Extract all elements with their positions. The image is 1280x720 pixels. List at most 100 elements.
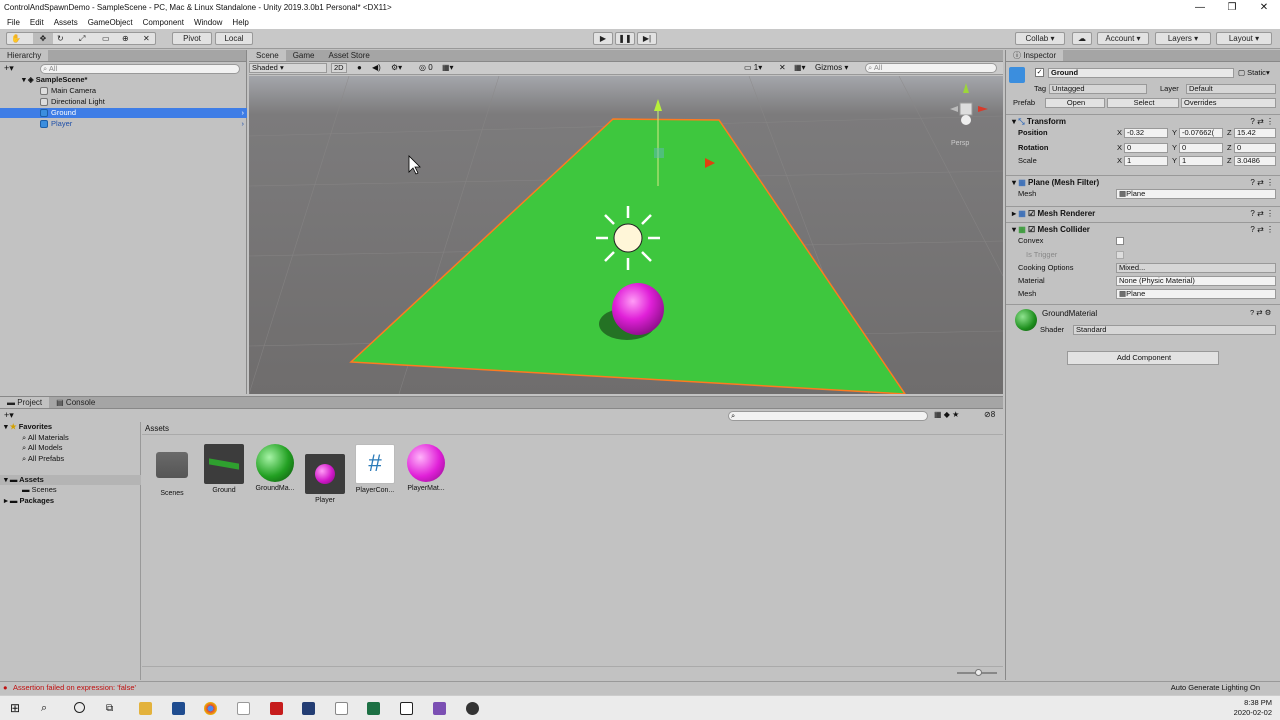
convex-checkbox[interactable] <box>1116 237 1124 245</box>
create-plus-icon[interactable]: +▾ <box>4 410 14 421</box>
favorites-item[interactable]: ▾ ★ Favorites <box>0 422 52 432</box>
collider-mesh-field[interactable]: ▦Plane <box>1116 289 1276 299</box>
favorites-all-materials[interactable]: ⌕ All Materials <box>0 433 69 443</box>
gizmos-dropdown[interactable]: Gizmos ▾ <box>815 63 848 72</box>
position-z-field[interactable]: 15.42 <box>1234 128 1276 138</box>
menu-assets[interactable]: Assets <box>49 18 83 27</box>
mesh-collider-checkbox[interactable]: ☑ <box>1028 225 1035 234</box>
local-toggle[interactable]: Local <box>215 32 253 45</box>
hierarchy-item-main-camera[interactable]: Main Camera <box>0 86 247 96</box>
status-error-text[interactable]: Assertion failed on expression: 'false' <box>13 682 136 694</box>
zoom-slider-thumb[interactable] <box>975 669 982 676</box>
hidden-packages-icon[interactable]: ⊘8 <box>984 410 995 419</box>
heart-app-icon[interactable] <box>270 702 283 715</box>
scale-tool-icon[interactable]: ⤢ <box>79 33 85 44</box>
favorites-all-prefabs[interactable]: ⌕ All Prefabs <box>0 454 64 464</box>
light-sun-icon[interactable] <box>596 206 660 270</box>
mesh-renderer-checkbox[interactable]: ☑ <box>1028 209 1035 218</box>
search-icon[interactable]: ⌕ <box>41 702 54 715</box>
chevron-right-icon[interactable]: › <box>242 108 245 118</box>
create-plus-icon[interactable]: +▾ <box>4 63 14 74</box>
step-button[interactable]: ▶| <box>637 32 657 45</box>
excel-icon[interactable] <box>367 702 380 715</box>
app-icon[interactable] <box>172 702 185 715</box>
asset-player-controller[interactable]: # PlayerCon... <box>353 444 397 494</box>
scale-y-field[interactable]: 1 <box>1179 156 1223 166</box>
player-sphere[interactable] <box>612 283 664 335</box>
mesh-renderer-header[interactable]: ▸ ▦ ☑ Mesh Renderer ? ⇄ ⋮ <box>1006 206 1280 220</box>
layer-dropdown[interactable]: Default <box>1186 84 1276 94</box>
rotation-z-field[interactable]: 0 <box>1234 143 1276 153</box>
chevron-right-icon[interactable]: › <box>242 119 245 129</box>
object-name-input[interactable]: Ground <box>1048 68 1234 78</box>
menu-window[interactable]: Window <box>189 18 227 27</box>
tab-project[interactable]: ▬ Project <box>0 397 50 408</box>
cortana-icon[interactable] <box>74 702 85 713</box>
plane-handle[interactable] <box>654 148 664 158</box>
asset-ground[interactable]: Ground <box>202 444 246 494</box>
favorites-all-models[interactable]: ⌕ All Models <box>0 443 62 453</box>
custom-tool-icon[interactable]: ✕ <box>143 33 150 44</box>
position-x-field[interactable]: -0.32 <box>1124 128 1168 138</box>
persp-label[interactable]: Persp <box>951 140 969 147</box>
menu-gameobject[interactable]: GameObject <box>83 18 138 27</box>
tab-asset-store[interactable]: Asset Store <box>321 50 376 61</box>
component-menu-icons[interactable]: ? ⇄ ⚙ <box>1250 308 1271 317</box>
render-icon[interactable]: ▦▾ <box>794 63 806 72</box>
component-menu-icons[interactable]: ? ⇄ ⋮ <box>1250 223 1274 237</box>
file-explorer-icon[interactable] <box>139 702 152 715</box>
hierarchy-item-directional-light[interactable]: Directional Light <box>0 97 247 107</box>
move-tool-icon[interactable]: ✥ <box>33 33 53 44</box>
play-button[interactable]: ▶ <box>593 32 613 45</box>
task-view-icon[interactable]: ⧉ <box>106 702 119 715</box>
project-search-input[interactable]: ⌕ <box>728 411 928 421</box>
mesh-collider-header[interactable]: ▾ ▦ ☑ Mesh Collider ? ⇄ ⋮ <box>1006 222 1280 236</box>
mesh-filter-header[interactable]: ▾ ▦ Plane (Mesh Filter) ? ⇄ ⋮ <box>1006 175 1280 189</box>
hierarchy-search-input[interactable]: ⌕ All <box>40 64 240 74</box>
audio-icon[interactable]: ◀) <box>372 63 381 72</box>
effects-icon[interactable]: ⚙▾ <box>391 63 402 72</box>
layers-dropdown[interactable]: Layers ▾ <box>1155 32 1211 45</box>
rotation-x-field[interactable]: 0 <box>1124 143 1168 153</box>
close-button[interactable]: ✕ <box>1247 0 1280 15</box>
menu-component[interactable]: Component <box>138 18 189 27</box>
pivot-toggle[interactable]: Pivot <box>172 32 212 45</box>
2d-toggle[interactable]: 2D <box>331 63 347 73</box>
component-menu-icons[interactable]: ? ⇄ ⋮ <box>1250 115 1274 129</box>
app-icon[interactable] <box>237 702 250 715</box>
minimize-button[interactable]: — <box>1183 0 1217 15</box>
scene-root[interactable]: ▾ ◈ SampleScene* <box>0 75 247 85</box>
asset-ground-material[interactable]: GroundMa... <box>253 444 297 492</box>
asset-scenes[interactable]: Scenes <box>150 444 194 497</box>
add-component-button[interactable]: Add Component <box>1067 351 1219 365</box>
account-dropdown[interactable]: Account ▾ <box>1097 32 1149 45</box>
windows-start-icon[interactable]: ⊞ <box>10 702 23 715</box>
tab-scene[interactable]: Scene <box>249 50 286 61</box>
tab-hierarchy[interactable]: Hierarchy <box>0 50 49 61</box>
grid-icon[interactable]: ▦▾ <box>442 63 454 72</box>
layout-dropdown[interactable]: Layout ▾ <box>1216 32 1272 45</box>
component-menu-icons[interactable]: ? ⇄ ⋮ <box>1250 207 1274 221</box>
shader-dropdown[interactable]: Standard <box>1073 325 1276 335</box>
menu-file[interactable]: File <box>2 18 25 27</box>
tab-console[interactable]: ▤ Console <box>49 397 102 408</box>
asset-player[interactable]: Player <box>303 444 347 504</box>
transform-all-icon[interactable]: ⊕ <box>122 33 129 44</box>
rotation-y-field[interactable]: 0 <box>1179 143 1223 153</box>
tools-icon[interactable]: ✕ <box>779 63 786 72</box>
unity-icon[interactable] <box>400 702 413 715</box>
hierarchy-item-player[interactable]: Player › <box>0 119 247 129</box>
component-menu-icons[interactable]: ? ⇄ ⋮ <box>1250 176 1274 190</box>
position-y-field[interactable]: -0.07662( <box>1179 128 1223 138</box>
menu-edit[interactable]: Edit <box>25 18 49 27</box>
maximize-button[interactable]: ❐ <box>1215 0 1249 15</box>
scene-viewport[interactable]: Persp <box>249 76 1003 394</box>
packages-folder[interactable]: ▸ ▬ Packages <box>0 496 54 506</box>
tag-dropdown[interactable]: Untagged <box>1049 84 1147 94</box>
cooking-options-dropdown[interactable]: Mixed... <box>1116 263 1276 273</box>
tab-inspector[interactable]: ⓘ Inspector <box>1006 50 1064 61</box>
camera-icon[interactable]: ▭ 1▾ <box>744 63 762 72</box>
tab-game[interactable]: Game <box>286 50 322 61</box>
pause-button[interactable]: ❚❚ <box>615 32 635 45</box>
filter-icons[interactable]: ▦ ◆ ★ <box>934 410 959 419</box>
